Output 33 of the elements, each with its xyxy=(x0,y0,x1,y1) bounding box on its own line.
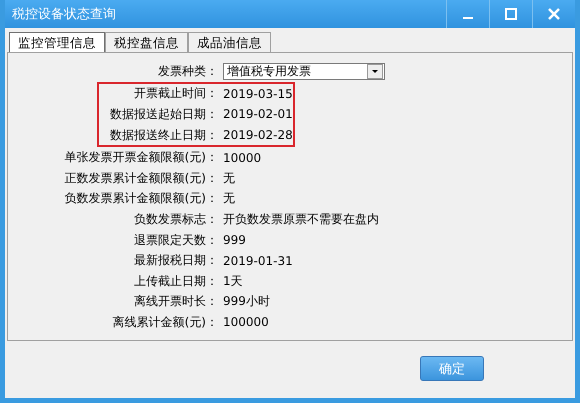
field-label: 离线累计金额(元)： xyxy=(112,314,218,331)
field-label: 负数发票标志： xyxy=(133,210,218,228)
field-value: 2019-01-31 xyxy=(222,254,293,268)
field-label: 正数发票累计金额限额(元)： xyxy=(64,170,218,187)
tab[interactable]: 成品油信息 xyxy=(188,32,271,52)
field-label: 最新报税日期： xyxy=(133,252,218,270)
field-label: 发票种类： xyxy=(157,62,218,80)
field-label: 上传截止日期： xyxy=(133,272,218,290)
field-value: 2019-02-01 xyxy=(222,107,293,122)
field-value: 开负数发票原票不需要在盘内 xyxy=(222,210,379,228)
field-label: 数据报送终止日期： xyxy=(109,126,218,144)
tab[interactable]: 监控管理信息 xyxy=(9,32,105,52)
field-label: 离线开票时长： xyxy=(133,293,218,310)
field-value: 10000 xyxy=(222,150,262,165)
field-value: 无 xyxy=(222,170,235,187)
field-value: 999小时 xyxy=(222,293,270,310)
field-value: 无 xyxy=(222,190,235,208)
field-value: 2019-02-28 xyxy=(222,128,293,142)
tab[interactable]: 税控盘信息 xyxy=(105,32,188,52)
invoice-type-dropdown[interactable]: 增值税专用发票 xyxy=(223,62,385,80)
field-label: 数据报送起始日期： xyxy=(109,106,218,123)
field-label: 退票限定天数： xyxy=(133,232,218,249)
field-label: 开票截止时间： xyxy=(133,85,218,102)
field-value: 1天 xyxy=(222,272,243,290)
field-value: 2019-03-15 xyxy=(222,86,293,101)
close-icon xyxy=(548,8,560,20)
window-title: 税控设备状态查询 xyxy=(11,6,117,23)
field-label: 单张发票开票金额限额(元)： xyxy=(64,149,218,166)
maximize-icon xyxy=(505,8,517,20)
field-value: 100000 xyxy=(222,315,269,330)
field-value: 999 xyxy=(222,233,246,248)
minimize-icon xyxy=(463,17,473,19)
field-label: 负数发票累计金额限额(元)： xyxy=(64,190,218,208)
